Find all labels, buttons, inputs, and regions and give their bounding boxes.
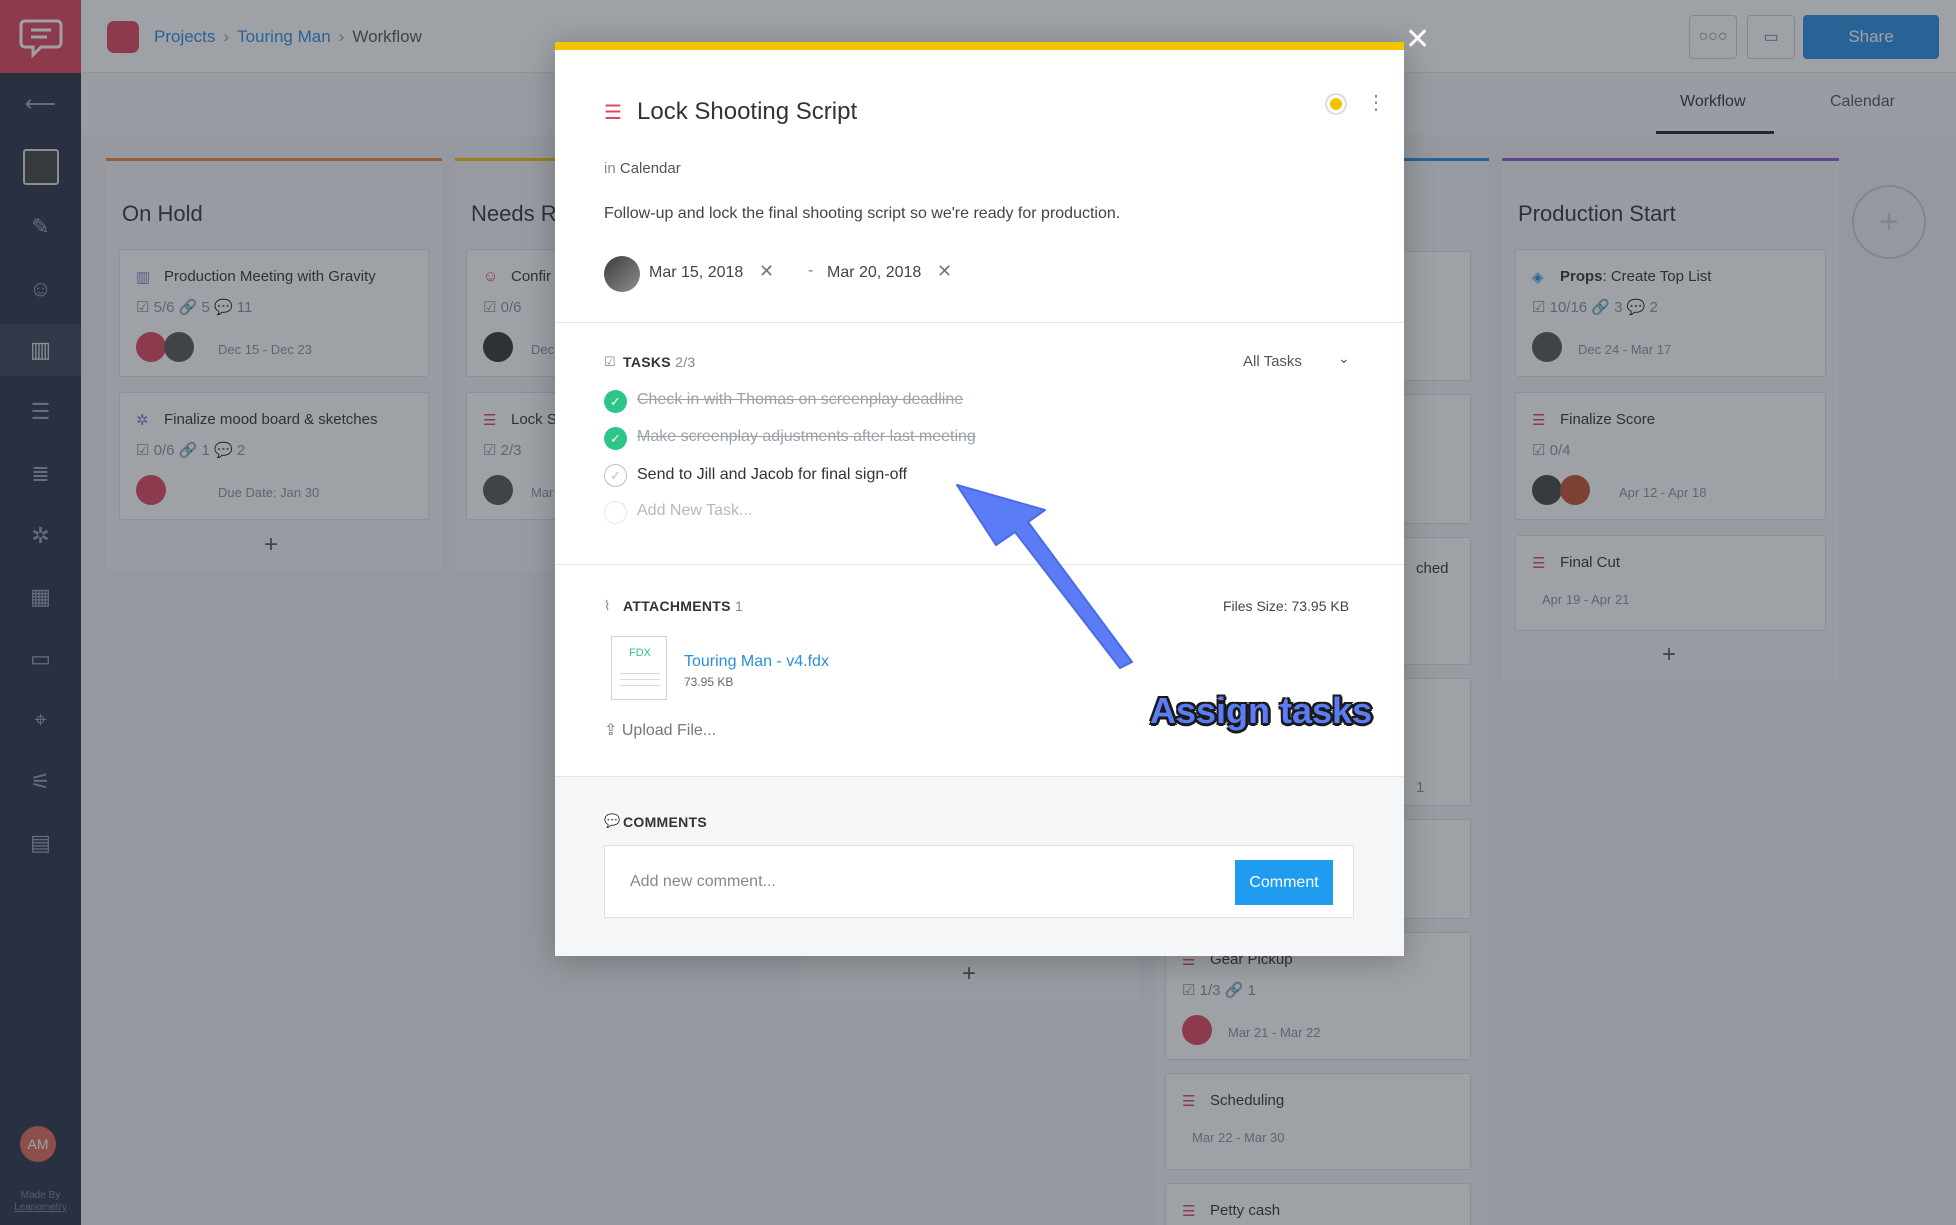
annotation-label: Assign tasks xyxy=(1150,690,1373,731)
list-name[interactable]: Calendar xyxy=(620,160,681,177)
attachments-header-label: ATTACHMENTS xyxy=(623,598,731,614)
task-checkbox-done[interactable]: ✓ xyxy=(604,427,627,450)
file-type-label: FDX xyxy=(629,647,651,659)
task-label[interactable]: Check in with Thomas on screenplay deadl… xyxy=(637,391,963,409)
modal-title[interactable]: Lock Shooting Script xyxy=(637,98,857,126)
comment-placeholder: Add new comment... xyxy=(630,873,776,890)
tasks-count: 2/3 xyxy=(675,354,696,370)
clear-start-date-icon[interactable]: ✕ xyxy=(759,261,774,282)
comment-icon: 💬 xyxy=(604,813,621,828)
annotation-arrow xyxy=(956,484,1133,669)
divider xyxy=(555,322,1404,323)
date-separator: - xyxy=(808,262,814,279)
kebab-menu-icon[interactable]: ⋮ xyxy=(1366,90,1386,115)
tasks-header-label: TASKS xyxy=(623,354,671,370)
modal-description[interactable]: Follow-up and lock the final shooting sc… xyxy=(604,205,1120,223)
attachments-count: 1 xyxy=(734,598,744,614)
upload-file-button[interactable]: ⇪ Upload File... xyxy=(604,720,716,740)
task-checkbox-open[interactable]: ✓ xyxy=(604,464,627,487)
task-label[interactable]: Send to Jill and Jacob for final sign-of… xyxy=(637,466,907,484)
new-task-input[interactable]: Add New Task... xyxy=(637,502,752,520)
status-indicator[interactable] xyxy=(1325,93,1347,115)
tasks-header: TASKS 2/3 xyxy=(623,354,696,370)
new-task-circle xyxy=(604,501,627,524)
attachment-size: 73.95 KB xyxy=(684,675,734,689)
checkbox-icon: ☑ xyxy=(604,354,616,369)
upload-icon: ⇪ xyxy=(604,722,618,739)
gantt-icon: ☰ xyxy=(604,102,622,124)
close-icon[interactable]: ✕ xyxy=(1405,22,1430,57)
chevron-down-icon[interactable]: ⌄ xyxy=(1338,350,1350,367)
task-checkbox-done[interactable]: ✓ xyxy=(604,390,627,413)
upload-label: Upload File... xyxy=(621,722,717,739)
files-size: Files Size: 73.95 KB xyxy=(1223,598,1350,614)
list-prefix: in xyxy=(604,160,616,177)
assignee-avatar[interactable] xyxy=(604,256,640,292)
clear-end-date-icon[interactable]: ✕ xyxy=(937,261,952,282)
file-icon[interactable]: FDX xyxy=(611,636,667,700)
file-line xyxy=(620,685,660,686)
task-label[interactable]: Make screenplay adjustments after last m… xyxy=(637,428,976,446)
list-location: in Calendar xyxy=(604,160,681,177)
status-dot-icon xyxy=(1330,98,1342,110)
start-date[interactable]: Mar 15, 2018 xyxy=(649,264,743,282)
comment-input[interactable]: Add new comment... Comment xyxy=(604,845,1354,918)
tasks-filter-select[interactable]: All Tasks xyxy=(1243,353,1302,370)
file-line xyxy=(620,673,660,674)
comment-button[interactable]: Comment xyxy=(1235,860,1333,905)
attachments-header: ATTACHMENTS 1 xyxy=(623,598,743,614)
attachment-link[interactable]: Touring Man - v4.fdx xyxy=(684,653,829,671)
paperclip-icon: ⌇ xyxy=(604,598,611,613)
comments-header: COMMENTS xyxy=(623,814,708,830)
end-date[interactable]: Mar 20, 2018 xyxy=(827,264,921,282)
file-line xyxy=(620,679,660,680)
